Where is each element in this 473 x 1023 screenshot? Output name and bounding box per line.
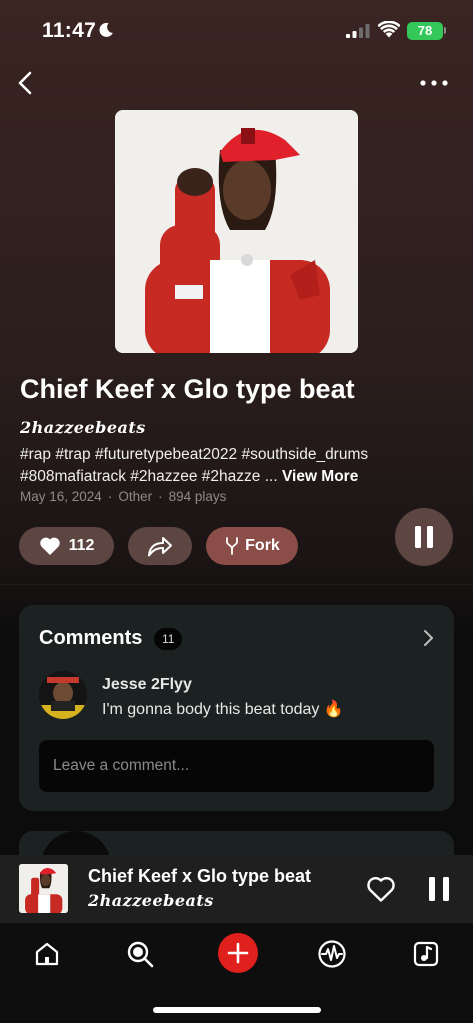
like-button[interactable]: 112 <box>19 527 114 565</box>
cover-illustration <box>115 110 358 353</box>
meta-separator: · <box>158 489 163 504</box>
share-icon <box>148 537 172 557</box>
battery-cap <box>444 27 446 34</box>
commenter-avatar[interactable] <box>39 671 87 719</box>
status-time: 11:47 <box>42 19 97 42</box>
mini-player-title: Chief Keef x Glo type beat <box>88 866 312 886</box>
comments-card: Comments 11 Jesse 2Flyy I'm gonna body t… <box>19 605 454 811</box>
comment-text: I'm gonna body this beat today 🔥 <box>102 701 344 718</box>
chevron-right-icon[interactable] <box>421 629 435 647</box>
track-date: May 16, 2024 <box>20 489 102 504</box>
fork-label: Fork <box>245 537 280 554</box>
battery-icon: 78 <box>407 22 443 40</box>
track-title: Chief Keef x Glo type beat <box>20 374 355 404</box>
like-count: 112 <box>68 537 95 554</box>
comments-count-badge: 11 <box>154 628 183 650</box>
wifi-icon <box>378 21 400 38</box>
view-more-link[interactable]: View More <box>282 468 358 485</box>
heart-icon <box>39 537 60 555</box>
home-indicator <box>153 1007 321 1013</box>
more-dots-icon[interactable] <box>418 74 450 92</box>
mini-player-thumbnail[interactable] <box>19 864 68 913</box>
tab-add[interactable] <box>218 933 258 973</box>
home-icon <box>35 942 59 966</box>
heart-outline-icon[interactable] <box>366 875 396 903</box>
comments-title[interactable]: Comments <box>39 627 142 650</box>
tab-activity[interactable] <box>314 936 350 972</box>
comment-username[interactable]: Jesse 2Flyy <box>102 676 192 694</box>
tab-search[interactable] <box>122 936 158 972</box>
fork-button[interactable]: Fork <box>206 527 298 565</box>
track-plays: 894 plays <box>168 489 227 504</box>
mini-player[interactable]: Chief Keef x Glo type beat 2hazzeebeats <box>0 855 473 923</box>
section-divider <box>0 584 473 585</box>
activity-icon <box>318 940 346 968</box>
avatar-image <box>39 671 87 719</box>
thumbnail-image <box>19 864 68 913</box>
pause-icon[interactable] <box>427 875 451 903</box>
add-icon <box>227 942 249 964</box>
back-arrow-icon[interactable] <box>12 66 40 100</box>
play-pause-button[interactable] <box>395 508 453 566</box>
track-meta: May 16, 2024 · Other · 894 plays <box>20 489 226 504</box>
meta-separator: · <box>107 489 113 504</box>
track-genre: Other <box>118 489 153 504</box>
comment-input[interactable] <box>39 740 434 792</box>
pause-icon <box>415 526 433 548</box>
cover-art <box>115 110 358 353</box>
tab-library[interactable] <box>408 936 444 972</box>
mini-player-artist: 2hazzeebeats <box>88 891 214 910</box>
search-icon <box>127 941 154 968</box>
signal-icon <box>346 24 370 38</box>
status-bar: 11:47 78 <box>0 0 473 60</box>
tab-home[interactable] <box>29 936 65 972</box>
tab-bar <box>0 923 473 1023</box>
fork-icon <box>226 537 239 555</box>
artist-name[interactable]: 2hazzeebeats <box>20 418 146 437</box>
moon-icon <box>99 22 113 37</box>
track-tags: #rap #trap #futuretypebeat2022 #southsid… <box>20 444 460 488</box>
library-icon <box>413 941 439 967</box>
share-button[interactable] <box>128 527 192 565</box>
